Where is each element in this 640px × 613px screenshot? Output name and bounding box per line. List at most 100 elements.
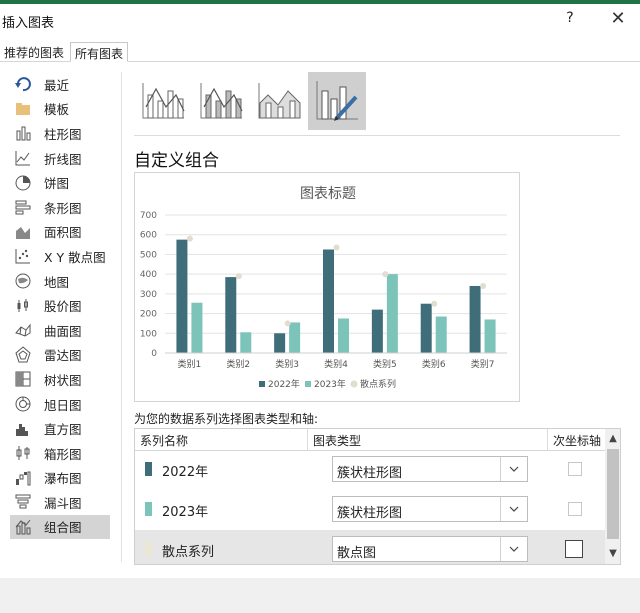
tab-strip: 推荐的图表 所有图表 bbox=[0, 40, 640, 62]
recent-icon bbox=[14, 75, 32, 93]
y-tick-label: 600 bbox=[140, 231, 157, 241]
series-row: 散点系列 散点图 bbox=[135, 530, 605, 564]
bar-2023 bbox=[484, 319, 496, 353]
waterfall-chart-icon bbox=[14, 469, 32, 487]
sidebar-item-folder[interactable]: 模板 bbox=[10, 97, 110, 122]
tab-all-charts[interactable]: 所有图表 bbox=[70, 42, 129, 62]
sidebar-item-label: 股价图 bbox=[44, 299, 82, 315]
sidebar-item-label: 模板 bbox=[44, 102, 70, 118]
help-button[interactable]: ? bbox=[560, 10, 580, 30]
x-tick-label: 类别2 bbox=[226, 358, 250, 370]
chevron-down-icon[interactable] bbox=[500, 537, 527, 561]
y-tick-label: 100 bbox=[140, 329, 157, 339]
y-tick-label: 0 bbox=[151, 349, 157, 359]
chart-type-select[interactable]: 簇状柱形图 bbox=[332, 456, 528, 482]
chart-plot: 0 100 200 300 400 500 600 700 类别1 类别2 类别3 类别4 类别5 类别6… bbox=[140, 211, 507, 390]
sidebar-item-label: 箱形图 bbox=[44, 446, 82, 462]
scatter-point bbox=[431, 300, 438, 307]
close-button[interactable]: ✕ bbox=[606, 8, 630, 32]
tab-recommended-charts[interactable]: 推荐的图表 bbox=[0, 42, 68, 62]
x-tick-label: 类别7 bbox=[471, 358, 495, 370]
chart-type-value: 簇状柱形图 bbox=[337, 506, 403, 521]
sidebar-item-label: 最近 bbox=[44, 77, 70, 93]
bar-2023 bbox=[338, 318, 349, 353]
series-name: 2022年 bbox=[162, 465, 209, 480]
scroll-down-icon[interactable]: ▼ bbox=[605, 546, 620, 562]
series-color-swatch bbox=[145, 502, 152, 516]
chart-type-select[interactable]: 簇状柱形图 bbox=[332, 496, 528, 522]
sidebar-item-label: 直方图 bbox=[44, 422, 82, 438]
series-grid-scrollbar[interactable]: ▲ ▼ bbox=[605, 429, 620, 564]
bar-2022 bbox=[420, 303, 432, 353]
sidebar-item-histogram-chart[interactable]: 直方图 bbox=[10, 416, 110, 441]
sidebar-item-map-chart[interactable]: 地图 bbox=[10, 269, 110, 294]
legend-swatch bbox=[259, 381, 265, 387]
chevron-down-icon[interactable] bbox=[500, 457, 527, 481]
bar-2022 bbox=[323, 249, 334, 353]
scroll-up-icon[interactable]: ▲ bbox=[605, 431, 620, 447]
sidebar-item-treemap-chart[interactable]: 树状图 bbox=[10, 367, 110, 392]
chart-type-select[interactable]: 散点图 bbox=[332, 536, 528, 562]
custom-combo-thumb[interactable] bbox=[308, 72, 366, 130]
combo-column-line-secondary-thumb[interactable] bbox=[192, 72, 250, 130]
bar-2023 bbox=[435, 316, 447, 353]
scatter-point bbox=[186, 235, 193, 242]
secondary-axis-checkbox[interactable] bbox=[568, 462, 582, 476]
chevron-down-icon[interactable] bbox=[500, 497, 527, 521]
sidebar-item-sunburst-chart[interactable]: 旭日图 bbox=[10, 392, 110, 417]
scroll-thumb[interactable] bbox=[607, 449, 619, 539]
combo-chart-icon bbox=[14, 518, 32, 536]
sidebar-item-scatter-chart[interactable]: X Y 散点图 bbox=[10, 244, 110, 269]
scatter-point bbox=[333, 244, 340, 251]
sidebar-item-funnel-chart[interactable]: 漏斗图 bbox=[10, 490, 110, 515]
sidebar-item-surface-chart[interactable]: 曲面图 bbox=[10, 318, 110, 343]
sidebar-item-label: 折线图 bbox=[44, 151, 82, 167]
bar-2023 bbox=[386, 274, 398, 353]
sidebar-item-label: 组合图 bbox=[44, 520, 82, 536]
funnel-chart-icon bbox=[14, 493, 32, 511]
header-chart-type: 图表类型 bbox=[313, 434, 362, 448]
header-series-name: 系列名称 bbox=[140, 434, 189, 448]
sidebar-item-stock-chart[interactable]: 股价图 bbox=[10, 293, 110, 318]
legend-label: 2023年 bbox=[314, 378, 346, 390]
dialog-footer bbox=[0, 578, 640, 613]
treemap-chart-icon bbox=[14, 370, 32, 388]
header-divider bbox=[307, 429, 308, 451]
bar-2022 bbox=[371, 309, 383, 353]
chart-type-value: 簇状柱形图 bbox=[337, 466, 403, 481]
sidebar-item-pie-chart[interactable]: 饼图 bbox=[10, 170, 110, 195]
folder-icon bbox=[14, 100, 32, 118]
sidebar-item-waterfall-chart[interactable]: 瀑布图 bbox=[10, 466, 110, 491]
sidebar-item-label: 瀑布图 bbox=[44, 471, 82, 487]
series-grid: 系列名称 图表类型 次坐标轴 2022年 簇状柱形图 2023年 簇状柱形图 散… bbox=[134, 428, 621, 565]
sidebar-item-box-chart[interactable]: 箱形图 bbox=[10, 441, 110, 466]
combo-clustered-column-line-thumb[interactable] bbox=[134, 72, 192, 130]
y-tick-label: 500 bbox=[140, 250, 157, 260]
series-row: 2022年 簇状柱形图 bbox=[135, 450, 605, 488]
sidebar-item-radar-chart[interactable]: 雷达图 bbox=[10, 343, 110, 368]
sidebar-item-label: 饼图 bbox=[44, 176, 70, 192]
scatter-point bbox=[382, 271, 389, 278]
sidebar-item-area-chart[interactable]: 面积图 bbox=[10, 220, 110, 245]
x-tick-label: 类别1 bbox=[178, 358, 202, 370]
secondary-axis-checkbox[interactable] bbox=[568, 502, 582, 516]
chart-type-sidebar: 最近模板柱形图折线图饼图条形图面积图 X Y 散点图地图股价图曲面图雷达图 树状图旭… bbox=[10, 72, 110, 540]
sidebar-item-column-chart[interactable]: 柱形图 bbox=[10, 121, 110, 146]
secondary-axis-checkbox[interactable] bbox=[565, 540, 583, 558]
sidebar-item-label: 面积图 bbox=[44, 225, 82, 241]
sidebar-item-label: 曲面图 bbox=[44, 323, 82, 339]
sidebar-item-recent[interactable]: 最近 bbox=[10, 72, 110, 97]
scatter-chart-icon bbox=[14, 247, 32, 265]
sidebar-item-combo-chart[interactable]: 组合图 bbox=[10, 514, 110, 540]
sidebar-item-label: 地图 bbox=[44, 274, 70, 290]
series-color-swatch bbox=[145, 542, 152, 556]
sidebar-item-bar-chart[interactable]: 条形图 bbox=[10, 195, 110, 220]
legend-label: 2022年 bbox=[268, 378, 300, 390]
series-name: 2023年 bbox=[162, 505, 209, 520]
title-bar: 插入图表 ? ✕ bbox=[0, 4, 640, 36]
scatter-point bbox=[284, 320, 291, 327]
sidebar-item-label: 旭日图 bbox=[44, 397, 82, 413]
combo-stacked-area-column-thumb[interactable] bbox=[250, 72, 308, 130]
sidebar-item-line-chart[interactable]: 折线图 bbox=[10, 146, 110, 171]
bar-2023 bbox=[289, 322, 301, 353]
